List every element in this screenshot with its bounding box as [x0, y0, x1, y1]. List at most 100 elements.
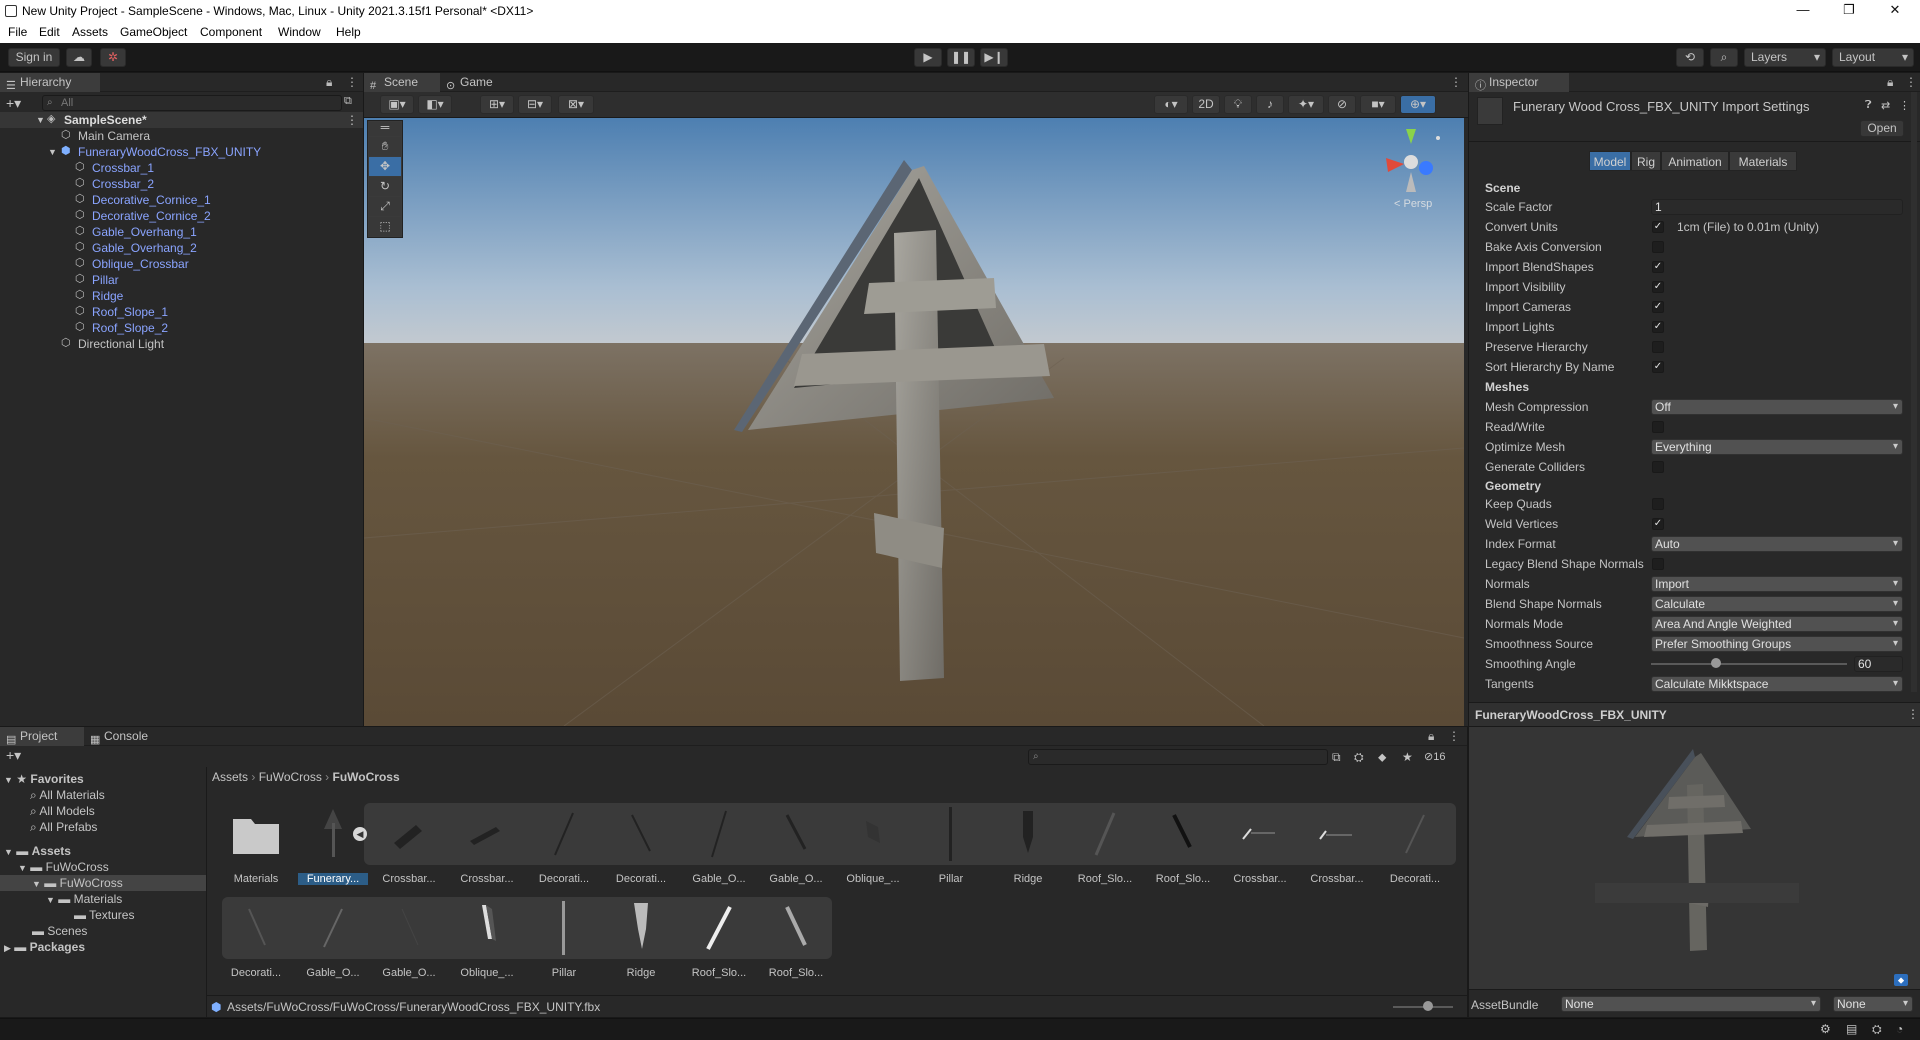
draw-mode-icon[interactable]: ▣▾: [380, 95, 414, 114]
preserve-hierarchy-checkbox[interactable]: [1652, 341, 1664, 353]
hierarchy-search-input[interactable]: ⌕ All: [42, 95, 342, 111]
favorite-item[interactable]: ⌕ All Models: [30, 803, 95, 819]
tab-scene[interactable]: # Scene: [364, 73, 440, 92]
rotate-tool-icon[interactable]: ↻: [369, 177, 401, 196]
normals-dropdown[interactable]: Import: [1651, 576, 1903, 592]
scale-factor-input[interactable]: 1: [1651, 199, 1903, 215]
import-cameras-checkbox[interactable]: ✓: [1652, 301, 1664, 313]
tab-rig[interactable]: Rig: [1631, 151, 1661, 171]
kebab-menu-icon[interactable]: ⋮: [1907, 707, 1919, 721]
pause-button[interactable]: ❚❚: [947, 48, 975, 67]
lighting-icon[interactable]: 💡︎: [1224, 95, 1252, 114]
optimize-mesh-dropdown[interactable]: Everything: [1651, 439, 1903, 455]
tree-item-selected[interactable]: ▼ ▬ FuWoCross: [0, 875, 206, 891]
project-search-input[interactable]: ⌕: [1028, 749, 1328, 765]
tab-console[interactable]: ▦ Console: [84, 727, 168, 746]
progress-icon[interactable]: ◔: [1896, 1022, 1903, 1036]
perspective-label[interactable]: < Persp: [1394, 198, 1432, 210]
lock-icon[interactable]: 🔒︎: [326, 75, 332, 90]
hierarchy-item[interactable]: ⬡ Crossbar_2: [0, 176, 363, 192]
breadcrumb-item[interactable]: FuWoCross: [333, 770, 400, 784]
collab-icon[interactable]: ✲: [100, 48, 126, 67]
sort-hierarchy-checkbox[interactable]: ✓: [1652, 361, 1664, 373]
search-icon[interactable]: ⌕: [1710, 48, 1738, 67]
network-icon[interactable]: ⛭: [1872, 1022, 1882, 1037]
expand-arrow-icon[interactable]: ▼: [36, 112, 45, 128]
overlay-handle[interactable]: ═: [369, 121, 401, 136]
expand-arrow-icon[interactable]: ▼: [4, 775, 13, 785]
tab-model[interactable]: Model: [1589, 151, 1631, 171]
asset-label-icon[interactable]: ⬥: [1894, 974, 1908, 986]
tab-materials[interactable]: Materials: [1729, 151, 1797, 171]
kebab-menu-icon[interactable]: ⋮: [1448, 729, 1460, 743]
kebab-menu-icon[interactable]: ⋮: [1905, 75, 1917, 89]
menu-file[interactable]: File: [8, 25, 27, 39]
hierarchy-item[interactable]: ⬡ Main Camera: [0, 128, 363, 144]
increment-icon[interactable]: ⊠▾: [558, 95, 594, 114]
close-button[interactable]: ✕: [1872, 0, 1918, 22]
maximize-button[interactable]: ❐: [1826, 0, 1872, 22]
assetbundle-variant-dropdown[interactable]: None: [1833, 996, 1913, 1012]
scale-tool-icon[interactable]: ⤢: [369, 197, 401, 216]
search-by-type-icon[interactable]: ⧉: [1332, 750, 1341, 765]
favorite-star-icon[interactable]: ★: [1402, 750, 1413, 764]
tree-item[interactable]: ▬ Scenes: [32, 923, 87, 939]
tab-hierarchy[interactable]: ☰ Hierarchy: [0, 73, 100, 92]
toggle-2d-button[interactable]: 2D: [1192, 95, 1220, 114]
breadcrumb-item[interactable]: Assets: [212, 770, 248, 784]
lock-icon[interactable]: 🔒︎: [1887, 75, 1893, 90]
expand-arrow-icon[interactable]: ▼: [48, 144, 57, 160]
import-blendshapes-checkbox[interactable]: ✓: [1652, 261, 1664, 273]
search-by-label-icon[interactable]: ⛭: [1354, 750, 1364, 765]
menu-assets[interactable]: Assets: [72, 25, 108, 39]
search-options-icon[interactable]: ⧉: [344, 95, 352, 108]
layers-dropdown[interactable]: Layers ▾: [1744, 48, 1826, 67]
weld-vertices-checkbox[interactable]: ✓: [1652, 518, 1664, 530]
move-tool-icon[interactable]: ✥: [369, 157, 401, 176]
render-mode-icon[interactable]: ◐▾: [1154, 95, 1188, 114]
menu-gameobject[interactable]: GameObject: [120, 25, 187, 39]
smoothing-angle-thumb[interactable]: [1710, 658, 1721, 668]
debug-icon[interactable]: ⚙: [1820, 1022, 1831, 1036]
rect-tool-icon[interactable]: ⬚: [369, 217, 401, 236]
expand-arrow-icon[interactable]: ▼: [32, 879, 41, 889]
expand-arrow-icon[interactable]: ▼: [4, 847, 13, 857]
keep-quads-checkbox[interactable]: [1652, 498, 1664, 510]
favorites-row[interactable]: ▼ ★ Favorites: [4, 771, 84, 787]
scene-row[interactable]: ▼ ◈ SampleScene* ⋮: [0, 112, 363, 128]
preview-header[interactable]: FuneraryWoodCross_FBX_UNITY ⋮: [1469, 702, 1920, 726]
cache-icon[interactable]: ▤: [1846, 1022, 1857, 1036]
read-write-checkbox[interactable]: [1652, 421, 1664, 433]
hierarchy-item[interactable]: ⬡ Crossbar_1: [0, 160, 363, 176]
layout-dropdown[interactable]: Layout ▾: [1832, 48, 1914, 67]
menu-edit[interactable]: Edit: [39, 25, 60, 39]
kebab-menu-icon[interactable]: ⋮: [1450, 75, 1462, 89]
hand-tool-icon[interactable]: ✋︎: [369, 137, 401, 156]
blend-shape-normals-dropdown[interactable]: Calculate: [1651, 596, 1903, 612]
hidden-objects-icon[interactable]: ⊘: [1328, 95, 1356, 114]
favorite-item[interactable]: ⌕ All Materials: [30, 787, 105, 803]
expand-arrow-icon[interactable]: ▼: [46, 895, 55, 905]
step-button[interactable]: ▶❙: [980, 48, 1008, 67]
hierarchy-item[interactable]: ⬡ Decorative_Cornice_1: [0, 192, 363, 208]
camera-icon[interactable]: ■▾: [1360, 95, 1396, 114]
tree-item[interactable]: ▬ Textures: [74, 907, 134, 923]
menu-component[interactable]: Component: [200, 25, 262, 39]
effects-icon[interactable]: ✦▾: [1288, 95, 1324, 114]
preset-icon[interactable]: ⇄: [1881, 99, 1890, 112]
model-preview[interactable]: [1469, 727, 1920, 989]
smoothness-source-dropdown[interactable]: Prefer Smoothing Groups: [1651, 636, 1903, 652]
gizmos-icon[interactable]: ⊕▾: [1400, 95, 1436, 114]
kebab-menu-icon[interactable]: ⋮: [346, 112, 358, 128]
hierarchy-item[interactable]: ⬡ Ridge: [0, 288, 363, 304]
label-icon[interactable]: ⬥: [1378, 750, 1386, 765]
cloud-icon[interactable]: ☁: [66, 48, 92, 67]
hierarchy-item[interactable]: ▼ ⬢ FuneraryWoodCross_FBX_UNITY: [0, 144, 363, 160]
lock-icon[interactable]: 🔒︎: [1428, 729, 1434, 744]
hierarchy-item[interactable]: ⬡ Roof_Slope_2: [0, 320, 363, 336]
mesh-compression-dropdown[interactable]: Off: [1651, 399, 1903, 415]
play-button[interactable]: ▶: [914, 48, 942, 67]
convert-units-checkbox[interactable]: ✓: [1652, 221, 1664, 233]
grid-snap-icon[interactable]: ⊟▾: [518, 95, 552, 114]
audio-icon[interactable]: ♪: [1256, 95, 1284, 114]
